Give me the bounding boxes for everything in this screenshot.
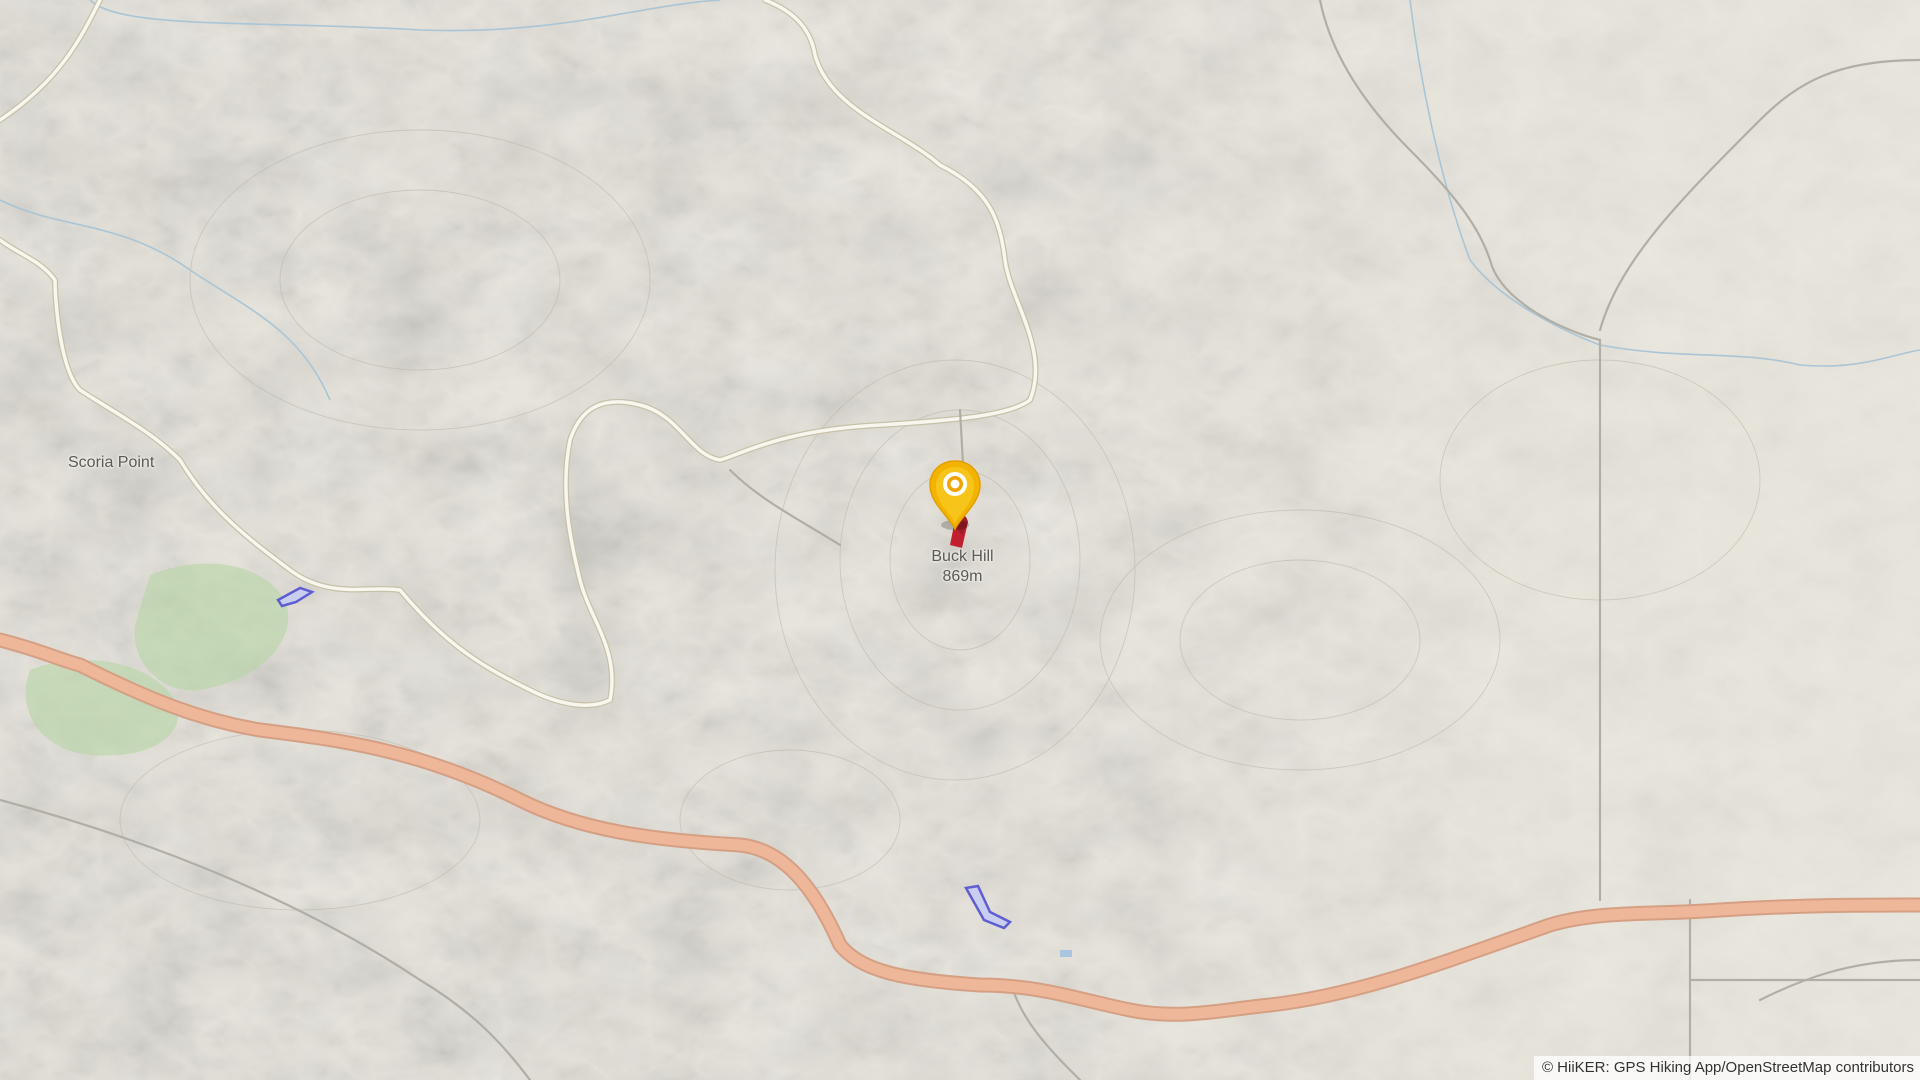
map-attribution[interactable]: © HiiKER: GPS Hiking App/OpenStreetMap c… (1533, 1056, 1920, 1080)
location-pin-icon[interactable] (926, 459, 984, 533)
peak-label: Buck Hill 869m (900, 547, 1025, 587)
reservoir (1060, 950, 1072, 957)
map-canvas[interactable] (0, 0, 1920, 1080)
peak-name: Buck Hill (931, 548, 994, 565)
map-view[interactable]: Scoria Point Buck Hill 869m © HiiKER: GP… (0, 0, 1920, 1080)
peak-elevation: 869m (942, 568, 983, 585)
place-label-scoria-point: Scoria Point (68, 454, 155, 471)
